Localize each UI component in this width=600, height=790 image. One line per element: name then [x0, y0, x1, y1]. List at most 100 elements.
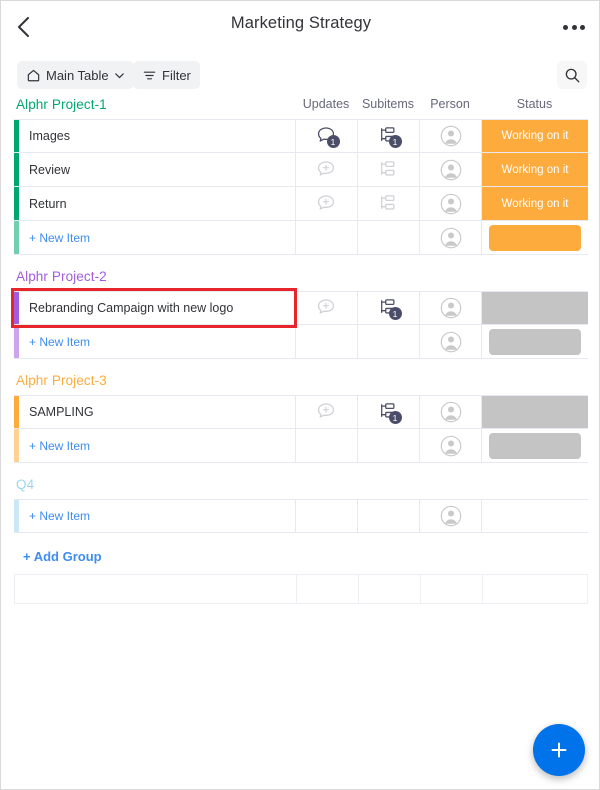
subitems-icon[interactable]: 1: [378, 298, 402, 320]
new-item-label[interactable]: + New Item: [29, 325, 90, 358]
plus-icon: [547, 738, 571, 762]
cell-status[interactable]: Working on it: [481, 153, 588, 186]
group-color-bar: [14, 120, 19, 152]
cell-updates: [295, 429, 357, 462]
new-item-label[interactable]: + New Item: [29, 429, 90, 462]
updates-count-badge: 1: [326, 135, 340, 148]
board: Updates Subitems Person Status Alphr Pro…: [1, 97, 599, 789]
comment-add-icon[interactable]: [316, 160, 338, 180]
cell-status[interactable]: [481, 500, 588, 532]
subitems-icon[interactable]: [378, 160, 400, 180]
cell-subitems[interactable]: [357, 153, 419, 186]
new-item-row[interactable]: + New Item: [14, 221, 588, 255]
column-header-status[interactable]: Status: [481, 97, 588, 111]
more-horizontal-icon: [563, 24, 568, 30]
subitems-icon[interactable]: 1: [378, 126, 402, 148]
table-row[interactable]: Review Working on it: [14, 153, 588, 187]
cell-person[interactable]: [419, 120, 481, 152]
table-row[interactable]: Return Working on it: [14, 187, 588, 221]
cell-updates[interactable]: [295, 292, 357, 324]
cell-subitems[interactable]: 1: [357, 292, 419, 324]
column-header-subitems[interactable]: Subitems: [357, 97, 419, 111]
cell-subitems[interactable]: 1: [357, 120, 419, 152]
new-item-label[interactable]: + New Item: [29, 221, 90, 254]
item-name[interactable]: Review: [29, 153, 70, 186]
group-color-bar: [14, 221, 19, 254]
cell-subitems: [357, 429, 419, 462]
group-title[interactable]: Alphr Project-1: [16, 97, 107, 112]
group-color-bar: [14, 396, 19, 428]
group-title[interactable]: Q4: [16, 477, 34, 492]
status-pill[interactable]: [489, 329, 581, 355]
item-name[interactable]: Return: [29, 187, 67, 220]
cell-status[interactable]: [481, 221, 588, 254]
more-horizontal-icon: [580, 24, 585, 30]
comment-icon[interactable]: 1: [316, 126, 340, 148]
new-item-row[interactable]: + New Item: [14, 429, 588, 463]
status-pill[interactable]: [489, 225, 581, 251]
group-color-bar: [14, 187, 19, 220]
cell-person[interactable]: [419, 187, 481, 220]
column-header-person[interactable]: Person: [419, 97, 481, 111]
cell-person[interactable]: [419, 292, 481, 324]
cell-status[interactable]: Working on it: [481, 120, 588, 152]
more-options-button[interactable]: [557, 13, 591, 41]
add-item-fab[interactable]: [533, 724, 585, 776]
cell-status[interactable]: Working on it: [481, 187, 588, 220]
new-item-row[interactable]: + New Item: [14, 499, 588, 533]
comment-add-icon[interactable]: [316, 194, 338, 214]
status-badge[interactable]: Working on it: [482, 153, 588, 186]
comment-add-icon[interactable]: [316, 298, 338, 318]
home-icon: [26, 68, 41, 83]
group-title[interactable]: Alphr Project-2: [16, 269, 107, 284]
search-button[interactable]: [557, 61, 587, 89]
table-row[interactable]: Rebranding Campaign with new logo 1: [14, 291, 588, 325]
cell-person[interactable]: [419, 221, 481, 254]
cell-person[interactable]: [419, 396, 481, 428]
status-badge[interactable]: Working on it: [482, 120, 588, 152]
status-pill[interactable]: [489, 433, 581, 459]
cell-updates[interactable]: [295, 153, 357, 186]
item-name[interactable]: Rebranding Campaign with new logo: [29, 292, 233, 324]
column-header-updates[interactable]: Updates: [295, 97, 357, 111]
page-title: Marketing Strategy: [230, 14, 372, 32]
filter-label: Filter: [162, 67, 191, 83]
subitems-icon[interactable]: [378, 194, 400, 214]
group-color-bar: [14, 153, 19, 186]
subitems-count-badge: 1: [388, 411, 402, 424]
status-badge[interactable]: [482, 396, 588, 428]
cell-updates[interactable]: [295, 187, 357, 220]
avatar-icon: [440, 125, 462, 147]
chevron-down-icon: [114, 70, 125, 81]
new-item-row[interactable]: + New Item: [14, 325, 588, 359]
subitems-count-badge: 1: [388, 307, 402, 320]
cell-person[interactable]: [419, 500, 481, 532]
subitems-icon[interactable]: 1: [378, 402, 402, 424]
cell-updates: [295, 325, 357, 358]
item-name[interactable]: SAMPLING: [29, 396, 94, 428]
group-title[interactable]: Alphr Project-3: [16, 373, 107, 388]
table-row[interactable]: Images 1 1 Working on it: [14, 119, 588, 153]
new-item-label[interactable]: + New Item: [29, 500, 90, 532]
cell-person[interactable]: [419, 153, 481, 186]
add-group-button[interactable]: + Add Group: [23, 549, 102, 564]
status-badge[interactable]: Working on it: [482, 187, 588, 220]
cell-subitems: [357, 221, 419, 254]
cell-updates[interactable]: 1: [295, 120, 357, 152]
cell-person[interactable]: [419, 429, 481, 462]
cell-status[interactable]: [481, 429, 588, 462]
cell-status[interactable]: [481, 396, 588, 428]
table-row[interactable]: SAMPLING 1: [14, 395, 588, 429]
item-name[interactable]: Images: [29, 120, 70, 152]
search-icon: [564, 67, 581, 84]
cell-updates[interactable]: [295, 396, 357, 428]
view-selector-button[interactable]: Main Table: [17, 61, 134, 89]
filter-button[interactable]: Filter: [133, 61, 200, 89]
cell-subitems[interactable]: [357, 187, 419, 220]
cell-subitems[interactable]: 1: [357, 396, 419, 428]
cell-status[interactable]: [481, 292, 588, 324]
status-badge[interactable]: [482, 292, 588, 324]
cell-status[interactable]: [481, 325, 588, 358]
comment-add-icon[interactable]: [316, 402, 338, 422]
cell-person[interactable]: [419, 325, 481, 358]
